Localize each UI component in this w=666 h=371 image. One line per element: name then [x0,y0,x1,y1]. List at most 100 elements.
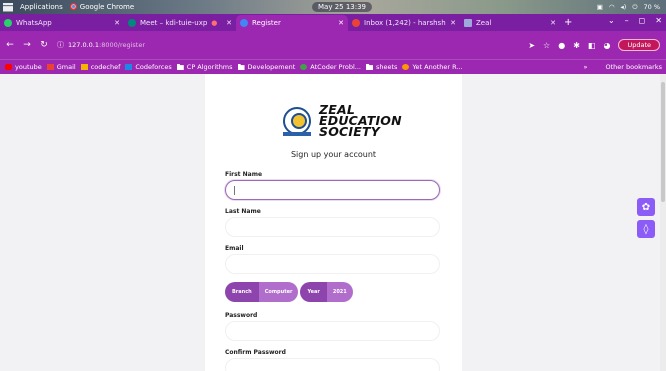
forward-arrow-icon[interactable]: → [20,40,34,50]
gmail-icon [352,19,360,27]
bookmark-label: Yet Another R... [412,63,463,71]
battery-level[interactable]: 70 % [643,3,660,11]
bookmarks-overflow-chevron-icon[interactable]: » [584,63,588,71]
tab-register[interactable]: Register ✕ [236,15,348,31]
back-arrow-icon[interactable]: ← [3,40,17,50]
codeforces-icon [125,64,133,70]
atcoder-icon [300,64,308,70]
url-path: :8000/register [99,41,146,49]
first-name-input[interactable] [225,180,440,200]
tab-search-icon[interactable]: ⌄ [608,16,615,25]
gmail-icon [46,64,54,70]
tab-title: Inbox (1,242) - harshsh [364,19,446,27]
profile-avatar-icon[interactable]: ◕ [603,41,610,50]
folder-icon [595,64,602,70]
confirm-password-label: Confirm Password [225,349,286,356]
first-name-label: First Name [225,171,263,178]
confirm-password-input[interactable] [225,358,440,371]
bookmark-codeforces[interactable]: Codeforces [125,63,172,71]
applications-icon[interactable] [3,2,13,12]
screenshot-icon[interactable]: ▣ [597,3,603,11]
password-input[interactable] [225,321,440,341]
other-bookmarks-folder[interactable]: Other bookmarks [595,63,662,71]
maximize-icon[interactable]: ◻ [639,16,646,25]
sidebar-icon[interactable]: ◧ [588,41,596,50]
bookmark-folder-developement[interactable]: Developement [237,63,296,71]
bookmark-star-icon[interactable]: ☆ [543,41,550,50]
email-label: Email [225,245,244,252]
tab-close-icon[interactable]: ✕ [110,19,120,27]
browser-tab-strip: WhatsApp ✕ Meet – kdi-tuie-uxp ● ✕ Regis… [0,14,666,31]
emblem-ribbon [283,132,311,136]
bookmark-label: Codeforces [135,63,172,71]
bookmark-folder-sheets[interactable]: sheets [366,63,397,71]
branch-select[interactable]: Branch Computer [225,282,299,302]
site-info-icon[interactable]: ⓘ [57,40,64,50]
whatsapp-icon [4,19,12,27]
wifi-icon[interactable]: ◠ [609,3,615,11]
yar-icon [402,64,410,70]
bookmark-label: Gmail [56,63,76,71]
bookmarks-bar: youtube Gmail codechef Codeforces CP Alg… [0,59,666,74]
settings-gear-button[interactable]: ✿ [637,198,655,216]
bookmark-gmail[interactable]: Gmail [46,63,76,71]
last-name-input[interactable] [225,217,440,237]
bookmark-codechef[interactable]: codechef [80,63,120,71]
tab-meet[interactable]: Meet – kdi-tuie-uxp ● ✕ [124,15,236,31]
year-value: 2021 [326,282,353,302]
gear-icon: ✿ [641,201,651,213]
puzzle-icon[interactable]: ✱ [573,41,580,50]
tab-close-icon[interactable]: ✕ [446,19,456,27]
new-tab-button[interactable]: + [564,15,572,31]
update-button[interactable]: Update [618,39,660,51]
bookmark-atcoder[interactable]: AtCoder Probl... [300,63,361,71]
toolbar-actions: ➤ ☆ ● ✱ ◧ ◕ Update [528,39,660,51]
tab-title: Register [252,19,281,27]
bookmark-label: youtube [15,63,42,71]
applications-menu[interactable]: Applications [20,3,63,11]
tab-close-icon[interactable]: ✕ [334,19,344,27]
tab-gmail-inbox[interactable]: Inbox (1,242) - harshsh ✕ [348,15,460,31]
bookmark-label: Developement [247,63,296,71]
tab-title: Zeal [476,19,492,27]
droplet-icon: ◊ [643,223,649,235]
youtube-icon [5,64,12,70]
bookmark-label: sheets [376,63,398,71]
bookmark-label: CP Algorithms [186,63,233,71]
tab-zeal[interactable]: Zeal ✕ [460,15,560,31]
volume-icon[interactable]: ◂) [621,3,627,11]
window-controls: ⌄ – ◻ ✕ [608,16,662,25]
tab-whatsapp[interactable]: WhatsApp ✕ [0,15,124,31]
os-top-bar: Applications Google Chrome May 25 13:39 … [0,0,666,14]
extension-icon[interactable]: ● [558,41,565,50]
active-app-label: Google Chrome [79,3,135,11]
browser-toolbar: ← → ↻ ⓘ 127.0.0.1 :8000/register ➤ ☆ ● ✱… [0,31,666,59]
org-name: ZEAL EDUCATION SOCIETY [319,103,402,138]
active-app-indicator[interactable]: Google Chrome [69,3,135,11]
bookmark-label: AtCoder Probl... [310,63,361,71]
tab-close-icon[interactable]: ✕ [222,19,232,27]
theme-drop-button[interactable]: ◊ [637,220,655,238]
tab-close-icon[interactable]: ✕ [546,19,556,27]
bookmark-folder-cp-algorithms[interactable]: CP Algorithms [176,63,233,71]
close-window-icon[interactable]: ✕ [655,16,662,25]
reload-icon[interactable]: ↻ [37,40,51,50]
password-label: Password [225,312,258,319]
send-icon[interactable]: ➤ [528,41,535,50]
bookmark-youtube[interactable]: youtube [5,63,42,71]
page-scrollbar[interactable] [660,74,666,371]
power-icon[interactable]: ⏻ [632,3,637,12]
os-clock[interactable]: May 25 13:39 [312,2,373,12]
chrome-icon [69,3,77,10]
scrollbar-thumb[interactable] [661,82,665,202]
year-select[interactable]: Year 2021 [300,282,353,302]
branch-key: Branch [225,282,259,302]
folder-icon [237,64,245,70]
address-bar[interactable]: ⓘ 127.0.0.1 :8000/register [57,38,497,52]
codechef-icon [80,64,88,70]
system-tray[interactable]: ▣ ◠ ◂) ⏻ 70 % [597,3,660,12]
email-input[interactable] [225,254,440,274]
branch-year-selectors: Branch Computer Year 2021 [225,282,353,302]
minimize-icon[interactable]: – [625,16,629,25]
bookmark-yet-another-r[interactable]: Yet Another R... [402,63,463,71]
